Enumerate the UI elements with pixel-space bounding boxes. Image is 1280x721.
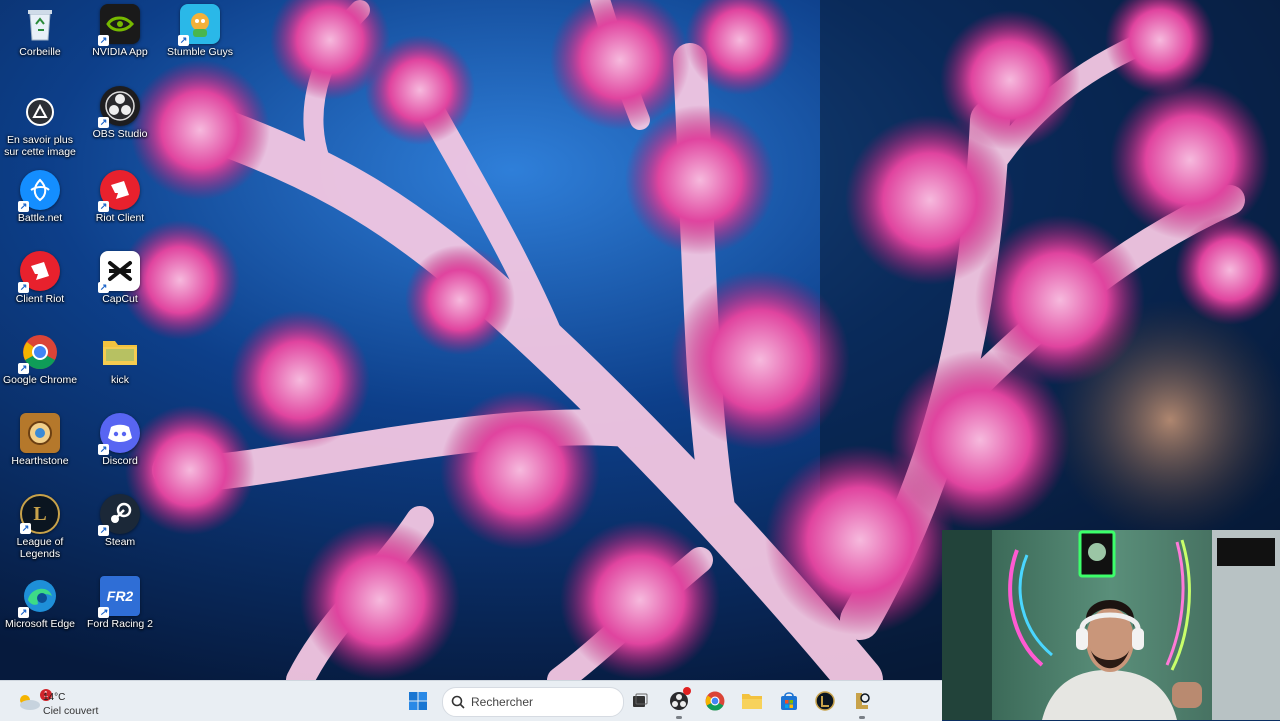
weather-temperature: 14°C [43, 692, 66, 703]
client-riot-icon: ↗ [18, 251, 60, 293]
league-of-legends-icon [815, 691, 835, 711]
stumble-guys-icon: ↗ [178, 4, 220, 46]
microsoft-edge-icon: ↗ [18, 576, 60, 618]
start-button[interactable] [406, 689, 430, 713]
weather-condition: Ciel couvert [43, 705, 99, 717]
desktop-icon-label: Corbeille [19, 46, 61, 58]
league-of-legends-icon: L ↗ [20, 494, 60, 534]
taskbar-search-box[interactable]: Rechercher [442, 687, 624, 717]
nvidia-icon: ↗ [98, 4, 140, 46]
start-icon [409, 692, 427, 710]
obs-studio-icon: ↗ [98, 86, 140, 128]
league-client-icon [856, 693, 870, 709]
capcut-icon: ↗ [98, 251, 140, 293]
ford-racing-2-icon: FR2 ↗ [98, 576, 140, 618]
search-icon [451, 695, 465, 709]
desktop-icon-label: Google Chrome [2, 374, 78, 386]
desktop-icon-learn-about-image[interactable]: En savoir plus sur cette image [1, 92, 79, 158]
taskbar-microsoft-store[interactable] [777, 689, 801, 713]
recording-indicator [683, 687, 691, 695]
desktop-icon-label: Riot Client [95, 212, 145, 224]
learn-about-image-icon [20, 92, 60, 132]
desktop-icon-label: Client Riot [15, 293, 65, 305]
desktop-icon-nvidia-app[interactable]: ↗ NVIDIA App [81, 4, 159, 58]
taskbar-obs-studio[interactable] [667, 687, 691, 719]
desktop-icon-label: OBS Studio [92, 128, 148, 140]
cloud-sun-icon [20, 695, 40, 710]
search-placeholder: Rechercher [471, 695, 534, 709]
taskbar-league-client[interactable] [850, 689, 874, 719]
task-view-button[interactable] [628, 689, 652, 713]
desktop-icon-label: Discord [102, 455, 138, 467]
desktop-icon-label: CapCut [102, 293, 138, 305]
desktop-icon-stumble-guys[interactable]: ↗ Stumble Guys [161, 4, 239, 58]
microsoft-store-icon [781, 692, 797, 710]
desktop-icon-discord[interactable]: ↗ Discord [81, 413, 159, 467]
discord-icon: ↗ [98, 413, 140, 455]
webcam-overlay [942, 530, 1280, 720]
desktop-icon-ford-racing-2[interactable]: FR2 ↗ Ford Racing 2 [81, 576, 159, 630]
desktop-icon-label: Microsoft Edge [4, 618, 76, 630]
riot-client-icon: ↗ [98, 170, 140, 212]
desktop-icon-client-riot[interactable]: ↗ Client Riot [1, 251, 79, 305]
desktop-icon-steam[interactable]: ↗ Steam [81, 494, 159, 548]
google-chrome-icon: ↗ [18, 332, 60, 374]
desktop-icon-battlenet[interactable]: ↗ Battle.net [1, 170, 79, 224]
taskbar-file-explorer[interactable] [740, 689, 764, 713]
taskbar-google-chrome[interactable] [703, 689, 727, 713]
recycle-bin-icon [20, 4, 60, 44]
desktop-icon-label: Ford Racing 2 [87, 618, 153, 630]
google-chrome-icon [705, 691, 725, 711]
desktop-icon-recycle-bin[interactable]: Corbeille [1, 4, 79, 58]
desktop-icon-label: kick [110, 374, 130, 386]
file-explorer-icon [742, 694, 762, 709]
steam-icon: ↗ [98, 494, 140, 536]
desktop-icon-league-of-legends[interactable]: L ↗ League of Legends [1, 494, 79, 560]
desktop-icon-label: Hearthstone [11, 455, 69, 467]
desktop-icon-label: Steam [104, 536, 136, 548]
desktop-icon-riot-client[interactable]: ↗ Riot Client [81, 170, 159, 224]
battlenet-icon: ↗ [18, 170, 60, 212]
desktop-icon-google-chrome[interactable]: ↗ Google Chrome [1, 332, 79, 386]
desktop-icon-capcut[interactable]: ↗ CapCut [81, 251, 159, 305]
desktop-icon-label: Battle.net [17, 212, 63, 224]
running-indicator [676, 716, 682, 719]
desktop-icon-obs-studio[interactable]: ↗ OBS Studio [81, 86, 159, 140]
desktop-icon-label: League of Legends [16, 536, 64, 560]
desktop-icon-kick-folder[interactable]: kick [81, 332, 159, 386]
folder-icon [100, 332, 140, 372]
taskbar-league-of-legends[interactable] [813, 689, 837, 713]
hearthstone-icon [20, 413, 60, 453]
desktop-icon-label: En savoir plus sur cette image [4, 134, 76, 158]
desktop-icon-microsoft-edge[interactable]: ↗ Microsoft Edge [1, 576, 79, 630]
desktop-icon-hearthstone[interactable]: Hearthstone [1, 413, 79, 467]
desktop-icon-label: Stumble Guys [167, 46, 233, 58]
taskbar: 1 14°C Ciel couvert Rechercher [0, 680, 942, 721]
task-view-icon [633, 693, 648, 707]
running-indicator [859, 716, 865, 719]
weather-widget[interactable]: 1 14°C Ciel couvert [14, 685, 134, 717]
desktop-icon-label: NVIDIA App [92, 46, 148, 58]
